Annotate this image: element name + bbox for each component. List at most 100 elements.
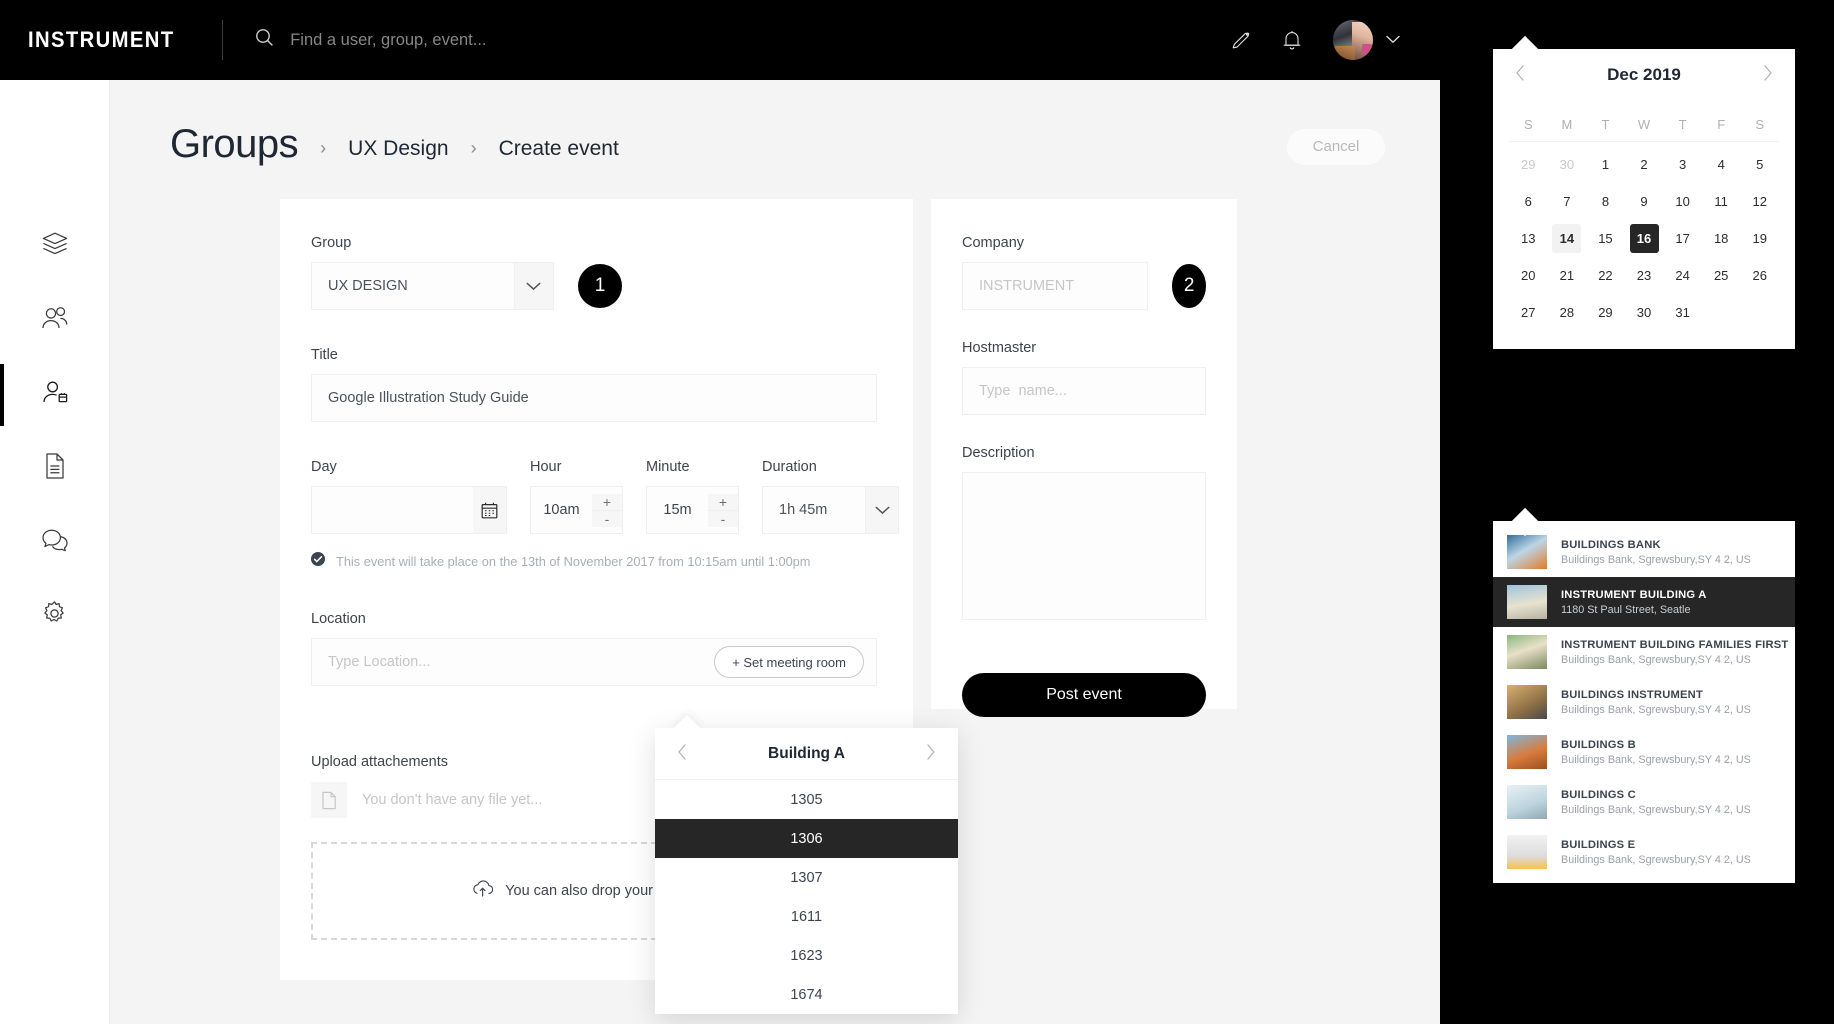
- room-item[interactable]: 1674: [655, 975, 958, 1014]
- event-schedule-notice: This event will take place on the 13th o…: [311, 552, 877, 571]
- calendar-day[interactable]: 25: [1702, 257, 1741, 294]
- calendar-day[interactable]: 14: [1548, 220, 1587, 257]
- minute-increment[interactable]: +: [708, 494, 738, 511]
- building-list-item[interactable]: BUILDINGS B Buildings Bank, Sgrewsbury,SY…: [1493, 727, 1795, 777]
- minute-label: Minute: [646, 459, 690, 475]
- chevron-down-icon[interactable]: [513, 263, 553, 309]
- calendar-day[interactable]: 7: [1548, 183, 1587, 220]
- datetime-row: Day Hour 10am + - Minute 15m + - Duratio…: [311, 459, 899, 534]
- calendar-day[interactable]: 6: [1509, 183, 1548, 220]
- calendar-icon[interactable]: [472, 487, 506, 533]
- chevron-down-icon[interactable]: [865, 487, 898, 533]
- calendar-day[interactable]: 24: [1663, 257, 1702, 294]
- building-address: Buildings Bank, Sgrewsbury,SY 4 2, US: [1561, 853, 1751, 866]
- room-item[interactable]: 1611: [655, 897, 958, 936]
- building-list-item[interactable]: INSTRUMENT BUILDING A 1180 St Paul Street…: [1493, 577, 1795, 627]
- calendar-month-label[interactable]: Dec 2019: [1525, 65, 1763, 85]
- building-name: BUILDINGS C: [1561, 788, 1636, 801]
- calendar-day[interactable]: 11: [1702, 183, 1741, 220]
- room-item[interactable]: 1623: [655, 936, 958, 975]
- calendar-day[interactable]: 16: [1625, 220, 1664, 257]
- calendar-day[interactable]: 9: [1625, 183, 1664, 220]
- minute-decrement[interactable]: -: [708, 511, 738, 527]
- calendar-day[interactable]: 20: [1509, 257, 1548, 294]
- room-item[interactable]: 1307: [655, 858, 958, 897]
- hour-stepper[interactable]: 10am + -: [530, 486, 623, 534]
- calendar-day[interactable]: 28: [1548, 294, 1587, 331]
- calendar-day[interactable]: 17: [1663, 220, 1702, 257]
- building-list-item[interactable]: BUILDINGS BANK Buildings Bank, Sgrewsbury…: [1493, 527, 1795, 577]
- main-content: Groups › UX Design › Create event Cancel…: [110, 80, 1440, 1024]
- global-search[interactable]: [255, 28, 1230, 52]
- duration-select[interactable]: [762, 486, 899, 534]
- account-menu[interactable]: [1333, 20, 1400, 60]
- group-select[interactable]: [311, 262, 554, 310]
- chevron-right-icon[interactable]: [1763, 65, 1773, 85]
- minute-stepper[interactable]: 15m + -: [646, 486, 739, 534]
- calendar-day[interactable]: 31: [1663, 294, 1702, 331]
- calendar-day[interactable]: 29: [1509, 146, 1548, 183]
- day-input[interactable]: [312, 487, 473, 533]
- search-input[interactable]: [290, 30, 811, 50]
- calendar-day[interactable]: 27: [1509, 294, 1548, 331]
- chevron-down-icon[interactable]: [1386, 31, 1400, 49]
- page-title[interactable]: Groups: [170, 122, 299, 167]
- sidebar-item-dashboard[interactable]: [0, 230, 110, 262]
- calendar-day[interactable]: 13: [1509, 220, 1548, 257]
- sidebar-item-groups[interactable]: [0, 304, 110, 336]
- building-list-item[interactable]: BUILDINGS INSTRUMENT Buildings Bank, Sgre…: [1493, 677, 1795, 727]
- sidebar-item-messages[interactable]: [0, 526, 110, 558]
- chevron-right-icon[interactable]: [926, 743, 936, 764]
- room-item[interactable]: 1306: [655, 819, 958, 858]
- chevron-left-icon[interactable]: [1515, 65, 1525, 85]
- brand-divider: [222, 20, 224, 60]
- calendar-week-row: 13 14 15 16 17 18 19: [1509, 220, 1779, 257]
- calendar-day[interactable]: 22: [1586, 257, 1625, 294]
- chevron-left-icon[interactable]: [677, 743, 687, 764]
- building-name: BUILDINGS BANK: [1561, 538, 1661, 551]
- duration-select-value[interactable]: [763, 487, 866, 533]
- set-meeting-room-button[interactable]: + Set meeting room: [714, 646, 864, 678]
- calendar-day[interactable]: 12: [1740, 183, 1779, 220]
- company-input[interactable]: [963, 263, 1148, 309]
- hour-increment[interactable]: +: [592, 494, 622, 511]
- calendar-day[interactable]: 3: [1663, 146, 1702, 183]
- group-select-value[interactable]: [312, 263, 514, 309]
- calendar-day[interactable]: 1: [1586, 146, 1625, 183]
- cancel-button[interactable]: Cancel: [1287, 128, 1385, 165]
- building-list-item[interactable]: INSTRUMENT BUILDING FAMILIES FIRST Buildi…: [1493, 627, 1795, 677]
- calendar-day[interactable]: 30: [1548, 146, 1587, 183]
- hour-decrement[interactable]: -: [592, 511, 622, 527]
- rooms-popover-title: Building A: [768, 744, 845, 762]
- title-input[interactable]: [312, 375, 876, 421]
- room-item[interactable]: 1305: [655, 780, 958, 819]
- building-list-item[interactable]: BUILDINGS E Buildings Bank, Sgrewsbury,SY…: [1493, 827, 1795, 877]
- pencil-icon[interactable]: [1230, 30, 1251, 51]
- brand-logo[interactable]: INSTRUMENT: [28, 27, 174, 53]
- building-list-item[interactable]: BUILDINGS C Buildings Bank, Sgrewsbury,SY…: [1493, 777, 1795, 827]
- calendar-day[interactable]: 18: [1702, 220, 1741, 257]
- hostmaster-input[interactable]: [963, 368, 1205, 414]
- calendar-day[interactable]: 29: [1586, 294, 1625, 331]
- calendar-day[interactable]: 21: [1548, 257, 1587, 294]
- calendar-day[interactable]: 10: [1663, 183, 1702, 220]
- calendar-day[interactable]: 5: [1740, 146, 1779, 183]
- calendar-day[interactable]: 4: [1702, 146, 1741, 183]
- calendar-day[interactable]: 15: [1586, 220, 1625, 257]
- post-event-button[interactable]: Post event: [962, 673, 1206, 717]
- sidebar-item-documents[interactable]: [0, 452, 110, 484]
- calendar-day[interactable]: 30: [1625, 294, 1664, 331]
- sidebar-item-events[interactable]: [0, 364, 110, 426]
- date-picker-popover: Dec 2019 SMTWTFS 29 30 1 2 3 4 5 6 7 8 9 10 11 12 13 14…: [1493, 35, 1795, 349]
- calendar-day[interactable]: 2: [1625, 146, 1664, 183]
- calendar-day[interactable]: 19: [1740, 220, 1779, 257]
- breadcrumb-item-group[interactable]: UX Design: [348, 129, 448, 161]
- description-textarea[interactable]: [962, 472, 1206, 620]
- breadcrumb: Groups › UX Design › Create event Cancel: [110, 80, 1440, 167]
- calendar-day[interactable]: 26: [1740, 257, 1779, 294]
- bell-icon[interactable]: [1281, 29, 1303, 52]
- chat-icon: [40, 527, 70, 558]
- sidebar-item-settings[interactable]: [0, 600, 110, 632]
- calendar-day[interactable]: 8: [1586, 183, 1625, 220]
- calendar-day[interactable]: 23: [1625, 257, 1664, 294]
